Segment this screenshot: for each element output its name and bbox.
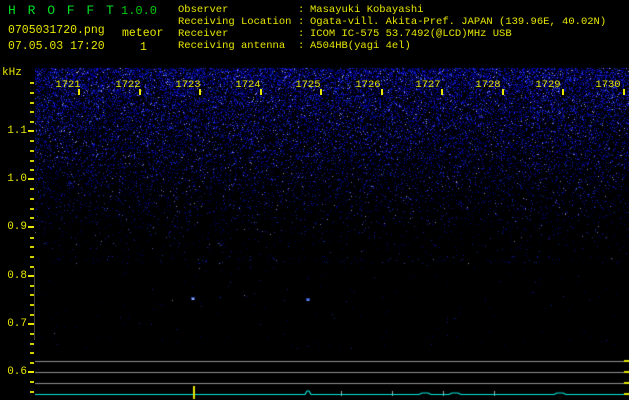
freq-axis-minor-tick: [30, 217, 34, 220]
app-title: H R O F F T: [8, 3, 116, 18]
info-value: Masayuki Kobayashi: [310, 4, 424, 16]
freq-axis-major-tick: [28, 130, 34, 132]
freq-axis-minor-tick: [30, 92, 34, 95]
time-axis-tick: [139, 89, 141, 95]
freq-axis-minor-tick: [30, 120, 34, 123]
info-colon: :: [298, 4, 305, 16]
info-colon: :: [298, 40, 305, 52]
freq-axis-minor-tick: [30, 140, 34, 143]
freq-axis-minor-tick: [30, 313, 34, 316]
freq-axis-minor-tick: [30, 207, 34, 210]
freq-axis-minor-tick: [30, 169, 34, 172]
freq-axis-label: 1.0: [7, 173, 27, 185]
info-value: ICOM IC-575 53.7492(@LCD)MHz USB: [310, 28, 512, 40]
output-filename: 0705031720.png: [8, 24, 105, 37]
time-axis-label: 1728: [475, 79, 501, 91]
observer-info-block: Observer: Masayuki Kobayashi Receiving Loc…: [178, 4, 606, 52]
freq-axis-minor-tick: [30, 111, 34, 114]
freq-axis-minor-tick: [30, 333, 34, 336]
time-axis-tick: [260, 89, 262, 95]
freq-axis-label: 0.9: [7, 221, 27, 233]
observer-info-row: Receiver: ICOM IC-575 53.7492(@LCD)MHz US…: [178, 28, 606, 40]
session-datetime: 07.05.03 17:20: [8, 40, 105, 53]
app-version: 1.0.0: [121, 4, 158, 18]
freq-axis-major-tick: [28, 371, 34, 373]
info-label: Receiving Location: [178, 16, 292, 28]
freq-axis-minor-tick: [30, 390, 34, 393]
info-label: Receiving antenna: [178, 40, 286, 52]
freq-axis-minor-tick: [30, 255, 34, 258]
observer-info-row: Receiving antenna: A504HB(yagi 4el): [178, 40, 606, 52]
freq-axis-minor-tick: [30, 352, 34, 355]
freq-axis-minor-tick: [30, 294, 34, 297]
time-axis-tick: [381, 89, 383, 95]
freq-axis-label: 1.1: [7, 125, 27, 137]
hrofft-screen: H R O F F T 1.0.0 0705031720.png meteor …: [0, 0, 629, 400]
info-label: Observer: [178, 4, 229, 16]
channel-number: 1: [140, 41, 147, 54]
freq-axis-label: 0.6: [7, 366, 27, 378]
mode-label: meteor: [122, 27, 164, 40]
freq-axis-minor-tick: [30, 101, 34, 104]
freq-axis-major-tick: [28, 178, 34, 180]
freq-axis-minor-tick: [30, 198, 34, 201]
freq-axis-minor-tick: [30, 149, 34, 152]
observer-info-row: Receiving Location: Ogata-vill. Akita-Pre…: [178, 16, 606, 28]
time-axis-tick: [623, 89, 625, 95]
freq-axis-minor-tick: [30, 159, 34, 162]
freq-axis-unit-label: kHz: [2, 67, 22, 79]
observer-info-row: Observer: Masayuki Kobayashi: [178, 4, 606, 16]
spectrogram-canvas: [35, 66, 629, 400]
freq-axis-minor-tick: [30, 381, 34, 384]
freq-axis-minor-tick: [30, 236, 34, 239]
freq-axis-minor-tick: [30, 188, 34, 191]
freq-axis-minor-tick: [30, 361, 34, 364]
freq-axis-minor-tick: [30, 284, 34, 287]
freq-axis-major-tick: [28, 275, 34, 277]
time-axis-tick: [320, 89, 322, 95]
freq-axis-minor-tick: [30, 246, 34, 249]
time-axis-tick: [441, 89, 443, 95]
info-value: A504HB(yagi 4el): [310, 40, 411, 52]
time-axis-label: 1730: [595, 79, 621, 91]
info-colon: :: [298, 16, 305, 28]
freq-axis-major-tick: [28, 226, 34, 228]
freq-axis-minor-tick: [30, 304, 34, 307]
freq-axis-minor-tick: [30, 342, 34, 345]
info-colon: :: [298, 28, 305, 40]
time-axis-tick: [502, 89, 504, 95]
time-axis-tick: [78, 89, 80, 95]
info-value: Ogata-vill. Akita-Pref. JAPAN (139.96E, …: [310, 16, 607, 28]
time-axis-tick: [199, 89, 201, 95]
freq-axis-minor-tick: [30, 265, 34, 268]
freq-axis-label: 0.8: [7, 270, 27, 282]
time-axis-label: 1729: [535, 79, 561, 91]
info-label: Receiver: [178, 28, 229, 40]
freq-axis-label: 0.7: [7, 318, 27, 330]
time-axis-label: 1721: [55, 79, 81, 91]
time-axis-tick: [562, 89, 564, 95]
freq-axis-minor-tick: [30, 82, 34, 85]
freq-axis-major-tick: [28, 323, 34, 325]
